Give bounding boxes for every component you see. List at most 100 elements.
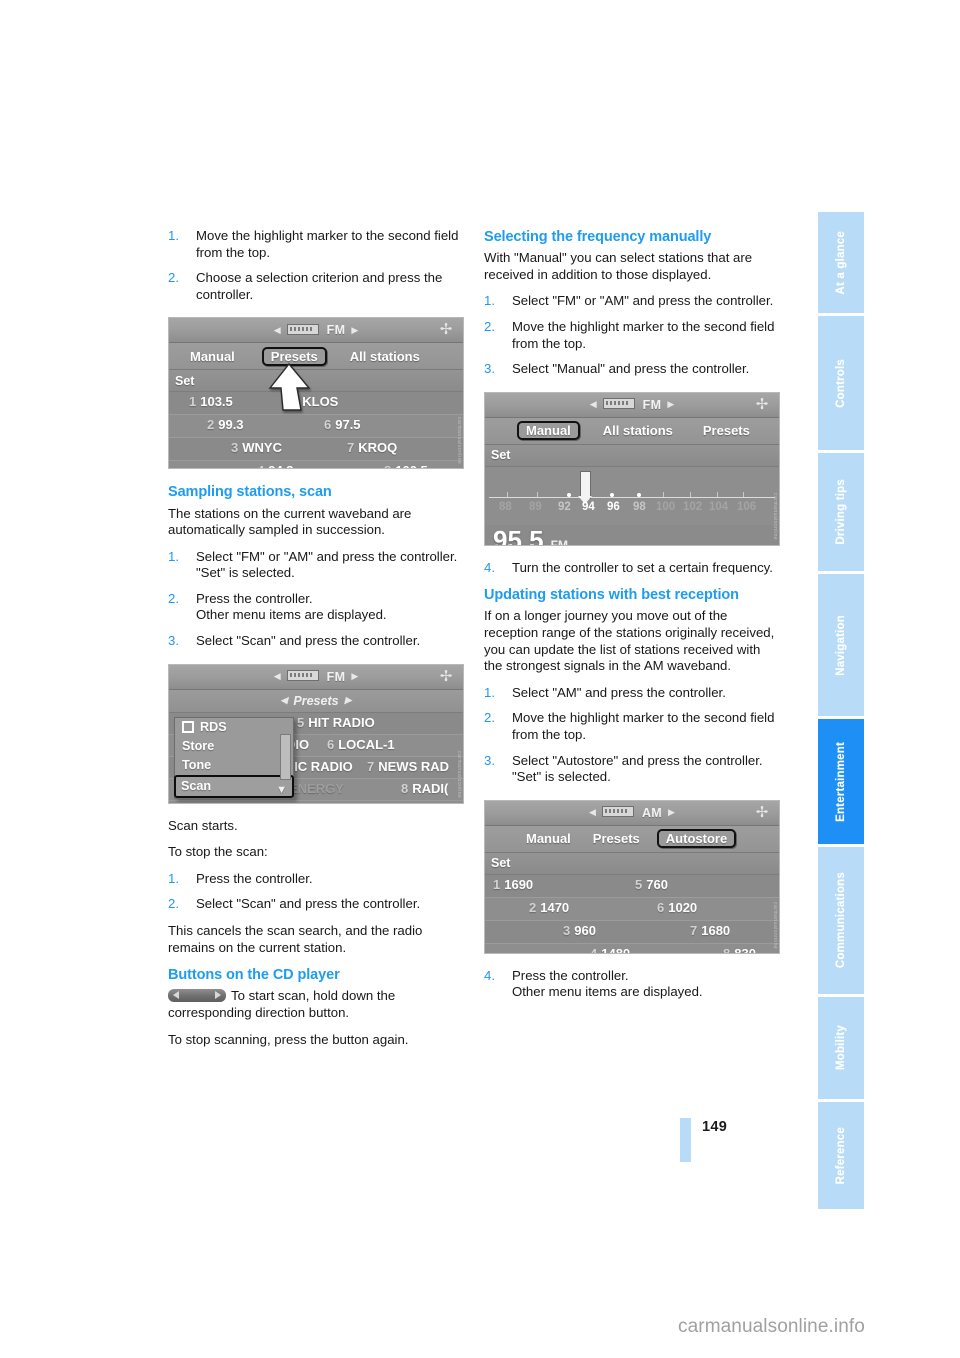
subtitle-label: Presets	[293, 693, 339, 708]
table-row[interactable]: 2 1470 6 1020	[485, 897, 779, 921]
tab-all-stations[interactable]: All stations	[596, 422, 680, 439]
page-number: 149	[702, 1119, 728, 1135]
sidebar-item-navigation[interactable]: Navigation	[818, 574, 864, 719]
cd-player-instruction: To start scan, hold down the correspondi…	[168, 988, 464, 1021]
frequency-scale[interactable]: 88 89 92 94 96 98 100 102 104 106	[485, 466, 779, 525]
preset-index: 7	[367, 758, 375, 774]
preset-name: 1680	[701, 922, 731, 938]
list-item: 2. Choose a selection criterion and pres…	[168, 270, 464, 303]
mmi-set-row: Set	[169, 370, 463, 393]
sidebar-item-entertainment[interactable]: Entertainment	[818, 719, 864, 847]
tab-label: Driving tips	[835, 479, 847, 545]
tab-presets[interactable]: Presets	[696, 422, 757, 439]
right-column: Selecting the frequency manually With "M…	[484, 228, 780, 1011]
step-number: 2.	[168, 270, 179, 286]
scale-label: 89	[529, 500, 542, 513]
manual-page: 1. Move the highlight marker to the seco…	[0, 0, 960, 1358]
tab-label: Mobility	[835, 1025, 847, 1071]
mmi-tab-row: Manual Presets All stations	[169, 343, 463, 371]
mmi-tab-row: Manual Presets Autostore	[485, 825, 779, 853]
tab-label: Reference	[835, 1126, 847, 1185]
preset-name-left: ENERGY	[289, 780, 344, 796]
scale-tick	[507, 491, 508, 497]
heading-selecting-frequency: Selecting the frequency manually	[484, 229, 712, 245]
preset-name: 760	[646, 876, 668, 892]
radio-chip-icon	[286, 670, 319, 682]
table-row[interactable]: 2 99.3 6 97.5	[169, 415, 463, 439]
right-triangle-icon	[215, 991, 221, 1000]
preset-index: 8	[401, 780, 409, 796]
preset-name: 1020	[668, 899, 698, 915]
menu-item-store[interactable]: Store	[175, 737, 293, 756]
table-row[interactable]: 4 94.3 8 100.5	[169, 461, 463, 469]
tuning-cursor[interactable]	[578, 470, 592, 504]
band-label: FM	[642, 397, 662, 412]
tab-label: Entertainment	[835, 741, 847, 822]
step-number: 2.	[484, 710, 495, 726]
menu-scrollbar[interactable]	[280, 733, 291, 780]
sidebar-item-controls[interactable]: Controls	[818, 316, 864, 453]
sidebar-item-mobility[interactable]: Mobility	[818, 997, 864, 1102]
step-text: Choose a selection criterion and press t…	[196, 270, 443, 302]
sidebar-item-driving-tips[interactable]: Driving tips	[818, 453, 864, 574]
list-item: 1. Select "AM" and press the controller.	[484, 685, 780, 702]
sidebar-item-at-a-glance[interactable]: At a glance	[818, 212, 864, 316]
mmi-titlebar: ◀ FM ▶ ✢	[485, 392, 779, 418]
cd-direction-button-icon[interactable]	[168, 989, 226, 1003]
left-arrow-icon: ◀	[273, 324, 281, 335]
tab-autostore[interactable]: Autostore	[656, 829, 737, 849]
expand-icon: ✢	[439, 667, 453, 685]
radio-chip-icon	[601, 806, 634, 818]
step-number: 1.	[484, 293, 495, 309]
manual-intro: With "Manual" you can select stations th…	[484, 250, 753, 282]
step-number: 1.	[168, 228, 179, 243]
scale-label: 94	[582, 500, 595, 513]
menu-item-label: RDS	[200, 720, 227, 735]
sidebar-item-communications[interactable]: Communications	[818, 847, 864, 997]
preset-index: 1	[189, 394, 197, 410]
preset-index: 4	[257, 463, 264, 468]
preset-name: 97.5	[335, 417, 361, 433]
preset-name: KROQ	[358, 440, 398, 456]
right-arrow-icon: ▶	[351, 324, 359, 335]
table-row[interactable]: 1103.5 5KLOS	[169, 392, 463, 416]
step-number: 4.	[484, 559, 495, 575]
table-row[interactable]: 3 960 7 1680	[485, 920, 779, 944]
step-text: Select "FM" or "AM" and press the contro…	[512, 293, 774, 309]
menu-item-rds[interactable]: RDS	[175, 718, 293, 737]
expand-icon: ✢	[755, 395, 769, 413]
scale-tick	[537, 491, 538, 497]
step-number: 2.	[168, 896, 179, 912]
menu-item-tone[interactable]: Tone	[175, 756, 293, 775]
scale-tick	[663, 491, 664, 497]
menu-item-label: Store	[182, 739, 215, 754]
set-label: Set	[491, 856, 511, 871]
scale-labels: 88 89 92 94 96 98 100 102 104 106	[485, 501, 779, 517]
tab-manual[interactable]: Manual	[517, 421, 580, 441]
table-row[interactable]: 4 1480 8 830	[485, 943, 779, 954]
figure-fm-presets: ◀ FM ▶ ✢ Manual Presets All stations Set	[168, 317, 464, 470]
list-item: 2. Press the controller. Other menu item…	[168, 591, 464, 624]
menu-item-scan[interactable]: Scan ▼	[174, 774, 294, 798]
step-text: Select "Manual" and press the controller…	[512, 361, 750, 377]
cd-stop-instruction: To stop scanning, press the button again…	[168, 1031, 409, 1047]
context-menu: RDS Store Tone Scan ▼	[174, 716, 294, 799]
updating-steps: 1. Select "AM" and press the controller.…	[484, 685, 780, 786]
mmi-titlebar: ◀ FM ▶ ✢	[169, 318, 463, 344]
sidebar-item-reference[interactable]: Reference	[818, 1102, 864, 1212]
right-arrow-icon: ▶	[344, 695, 352, 706]
preset-index: 8	[384, 463, 391, 468]
table-row[interactable]: 3 WNYC 7 KROQ	[169, 438, 463, 462]
tab-presets[interactable]: Presets	[586, 830, 647, 847]
figure-watermark: carmanualsonline	[772, 493, 778, 541]
preset-index: 8	[723, 945, 731, 954]
checkbox-icon[interactable]	[182, 721, 194, 734]
table-row[interactable]: 1 1690 5 760	[485, 874, 779, 898]
step-number: 3.	[168, 633, 179, 649]
tab-manual[interactable]: Manual	[519, 830, 578, 847]
preset-index: 7	[690, 922, 698, 938]
tab-all-stations[interactable]: All stations	[343, 348, 427, 365]
preset-index: 2	[207, 417, 215, 433]
list-item: 3. Select "Scan" and press the controlle…	[168, 633, 464, 650]
tab-manual[interactable]: Manual	[183, 348, 242, 365]
